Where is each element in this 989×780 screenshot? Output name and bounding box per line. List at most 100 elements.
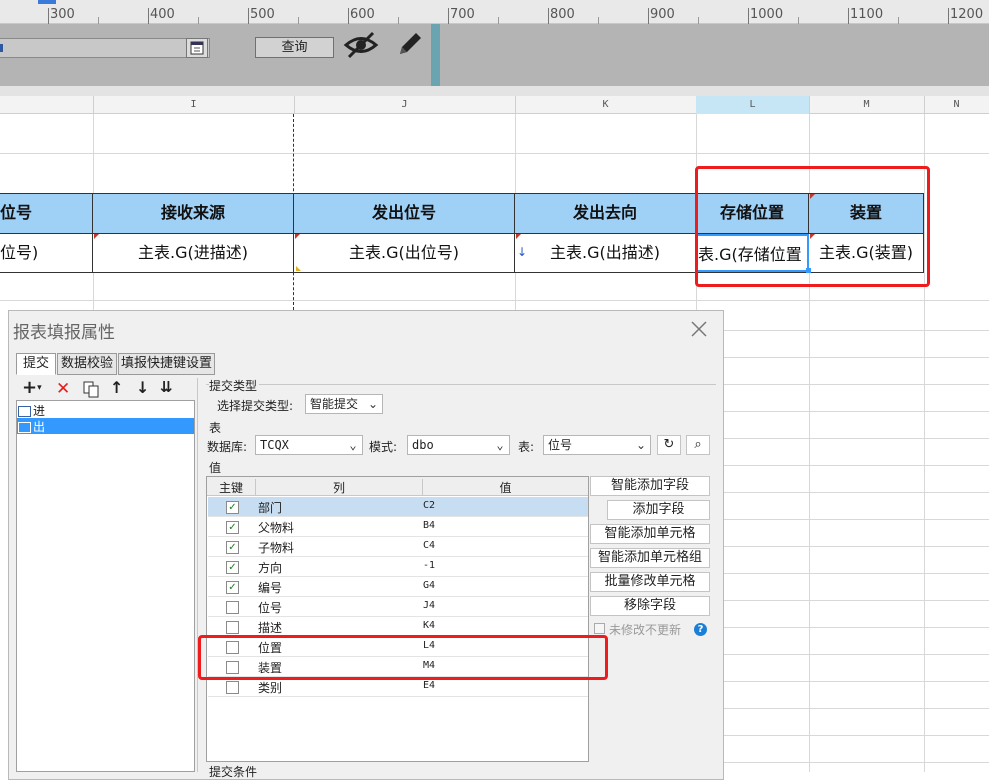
move-down-icon[interactable]: ↓ [136, 378, 149, 397]
header-cell-source[interactable]: 接收来源 [93, 194, 294, 233]
primary-key-checkbox[interactable]: ✓ [226, 561, 239, 574]
calendar-icon[interactable] [186, 38, 208, 58]
field-name: 方向 [258, 561, 283, 575]
field-value[interactable]: C4 [423, 540, 435, 551]
column-header-m[interactable]: M [809, 96, 925, 114]
no-update-label: 未修改不更新 [609, 623, 682, 637]
panel-splitter[interactable] [431, 24, 440, 86]
cell-marker [295, 234, 300, 239]
smart-add-field-button[interactable]: 智能添加字段 [590, 476, 710, 496]
primary-key-checkbox[interactable]: ✓ [226, 581, 239, 594]
field-value[interactable]: J4 [423, 600, 435, 611]
splitter[interactable] [197, 378, 201, 772]
data-cell-source[interactable]: 主表.G(进描述) [93, 234, 294, 272]
schema-select[interactable]: dbo ⌄ [407, 435, 510, 455]
field-value[interactable]: B4 [423, 520, 435, 531]
chevron-down-icon: ⌄ [496, 438, 504, 452]
data-cell-tag[interactable]: 位号) [0, 234, 93, 272]
field-name: 部门 [258, 501, 283, 515]
header-cell-tag[interactable]: 位号 [0, 194, 93, 233]
smart-add-cell-group-button[interactable]: 智能添加单元格组 [590, 548, 710, 568]
close-icon[interactable] [688, 318, 710, 340]
db-value: TCQX [260, 438, 289, 452]
query-button[interactable]: 查询 [255, 37, 334, 58]
primary-key-checkbox[interactable] [226, 621, 239, 634]
header-cell-destination[interactable]: 发出去向 [515, 194, 696, 233]
field-row[interactable]: ✓ 父物料 B4 [208, 517, 588, 537]
primary-key-checkbox[interactable]: ✓ [226, 521, 239, 534]
primary-key-checkbox[interactable]: ✓ [226, 501, 239, 514]
ruler-label: 1000 [750, 7, 784, 22]
field-row[interactable]: ✓ 方向 -1 [208, 557, 588, 577]
schema-label: 模式: [369, 440, 398, 454]
copy-icon[interactable] [82, 380, 100, 398]
down-arrow-icon: ↓ [517, 245, 528, 259]
chevron-down-icon: ⌄ [635, 438, 647, 452]
field-row[interactable]: ✓ 部门 C2 [208, 497, 588, 517]
cell-marker [94, 234, 99, 239]
primary-key-checkbox[interactable] [226, 681, 239, 694]
column-header-k[interactable]: K [515, 96, 697, 114]
preview-icon[interactable]: ⌕ [686, 435, 710, 455]
data-cell-destination[interactable]: 主表.G(出描述) [515, 234, 696, 272]
column-header-j[interactable]: J [294, 96, 516, 114]
add-icon[interactable]: +▾ [22, 379, 46, 398]
field-value[interactable]: E4 [423, 680, 435, 691]
add-field-button[interactable]: 添加字段 [607, 500, 710, 520]
ruler-label: 300 [50, 7, 75, 22]
batch-modify-cells-button[interactable]: 批量修改单元格 [590, 572, 710, 592]
primary-key-checkbox[interactable] [226, 601, 239, 614]
remove-field-button[interactable]: 移除字段 [590, 596, 710, 616]
table-value: 位号 [548, 438, 573, 452]
ruler-label: 700 [450, 7, 475, 22]
column-header-l[interactable]: L [696, 96, 810, 114]
field-value[interactable]: C2 [423, 500, 435, 511]
hide-eye-icon[interactable] [343, 30, 379, 60]
data-cell-out-tag[interactable]: 主表.G(出位号) [294, 234, 515, 272]
schema-value: dbo [412, 438, 434, 452]
field-value[interactable]: -1 [423, 560, 435, 571]
column-header-n[interactable]: N [924, 96, 989, 114]
cell-marker [296, 266, 301, 271]
highlight-box [198, 635, 608, 680]
header-cell-out-tag[interactable]: 发出位号 [294, 194, 515, 233]
tree-item-label: 出 [33, 420, 46, 434]
header-primary-key: 主键 [218, 481, 243, 495]
field-name: 编号 [258, 581, 283, 595]
column-header-i[interactable]: I [93, 96, 295, 114]
pencil-icon[interactable] [394, 28, 426, 60]
tree-item-in[interactable]: 进 [18, 402, 193, 418]
column-header-h[interactable] [0, 96, 94, 114]
ruler-label: 800 [550, 7, 575, 22]
move-up-icon[interactable]: ↑ [110, 378, 123, 397]
smart-add-cell-button[interactable]: 智能添加单元格 [590, 524, 710, 544]
date-input[interactable] [0, 38, 210, 58]
section-value: 值 [209, 461, 222, 475]
submit-type-value: 智能提交 [310, 397, 359, 411]
ruler-label: 600 [350, 7, 375, 22]
field-row[interactable]: 类别 E4 [208, 677, 588, 697]
field-value[interactable]: G4 [423, 580, 435, 591]
field-row[interactable]: 描述 K4 [208, 617, 588, 637]
field-value[interactable]: K4 [423, 620, 435, 631]
table-select[interactable]: 位号 ⌄ [543, 435, 651, 455]
no-update-checkbox[interactable] [594, 623, 605, 634]
help-icon[interactable]: ? [694, 623, 707, 636]
move-bottom-icon[interactable]: ⇊ [160, 378, 173, 396]
refresh-icon[interactable]: ↻ [657, 435, 681, 455]
tab-submit[interactable]: 提交 [16, 353, 56, 375]
primary-key-checkbox[interactable]: ✓ [226, 541, 239, 554]
db-label: 数据库: [207, 440, 248, 454]
tree-item-out-selected[interactable]: 出 [17, 418, 194, 434]
chevron-down-icon: ⌄ [367, 397, 379, 411]
db-select[interactable]: TCQX ⌄ [255, 435, 363, 455]
field-row[interactable]: ✓ 子物料 C4 [208, 537, 588, 557]
tab-shortcut-settings[interactable]: 填报快捷键设置 [118, 353, 215, 375]
submit-type-select[interactable]: 智能提交 ⌄ [305, 394, 383, 414]
ruler-label: 900 [650, 7, 675, 22]
header-value: 值 [422, 479, 588, 496]
delete-icon[interactable]: ✕ [56, 379, 70, 399]
field-row[interactable]: 位号 J4 [208, 597, 588, 617]
tab-data-validation[interactable]: 数据校验 [57, 353, 117, 375]
field-row[interactable]: ✓ 编号 G4 [208, 577, 588, 597]
